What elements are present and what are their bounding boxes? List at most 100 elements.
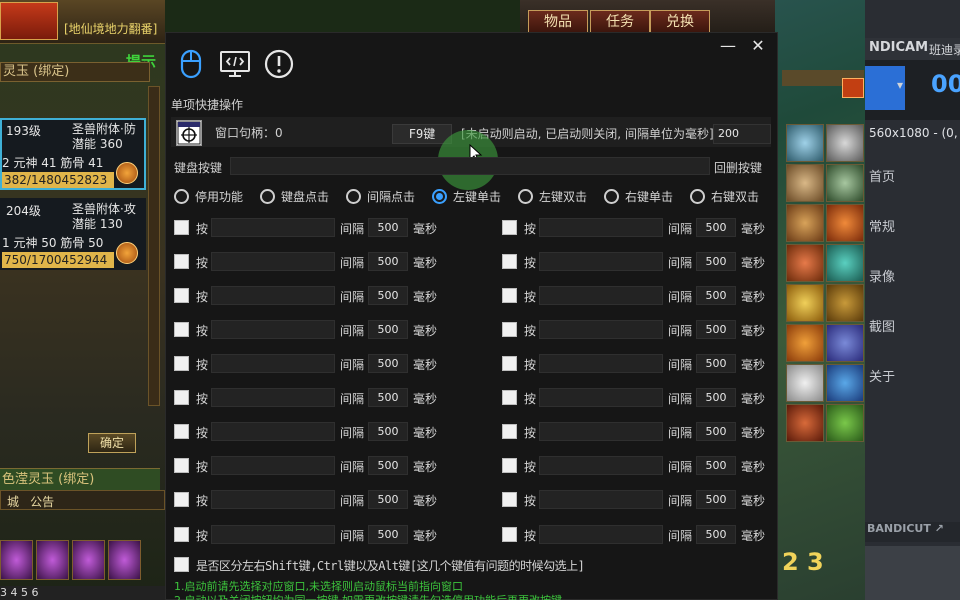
key-enable-checkbox[interactable] bbox=[174, 288, 189, 303]
key-enable-checkbox[interactable] bbox=[502, 356, 517, 371]
mode-key-click[interactable]: 键盘点击 bbox=[260, 188, 329, 205]
key-enable-checkbox[interactable] bbox=[502, 220, 517, 235]
interval-input[interactable]: 500 bbox=[368, 320, 408, 339]
nav-general[interactable]: 常规 bbox=[869, 218, 959, 268]
radio-dot[interactable] bbox=[518, 189, 533, 204]
pet-icon[interactable] bbox=[826, 324, 864, 362]
gem-icon[interactable] bbox=[826, 124, 864, 162]
pet-icon[interactable] bbox=[826, 244, 864, 282]
mouse-icon[interactable] bbox=[174, 47, 208, 81]
chevron-down-icon[interactable]: ▾ bbox=[897, 78, 903, 92]
items-button[interactable]: 物品 bbox=[528, 10, 588, 34]
pet-icon[interactable] bbox=[826, 204, 864, 242]
pet-icon[interactable] bbox=[826, 284, 864, 322]
skill-icon[interactable] bbox=[108, 540, 141, 580]
tasks-button[interactable]: 任务 bbox=[590, 10, 650, 34]
key-enable-checkbox[interactable] bbox=[174, 458, 189, 473]
interval-input[interactable]: 500 bbox=[368, 490, 408, 509]
nav-about[interactable]: 关于 bbox=[869, 368, 959, 418]
hotkey-interval-input[interactable]: 200 bbox=[713, 124, 771, 144]
alert-circle-icon[interactable] bbox=[262, 47, 296, 81]
key-input[interactable] bbox=[539, 388, 663, 407]
bandicut-logo[interactable]: BANDICUT ↗ bbox=[865, 522, 960, 542]
tent-icon[interactable] bbox=[786, 164, 824, 202]
confirm-button[interactable]: 确定 bbox=[88, 433, 136, 453]
key-input[interactable] bbox=[539, 218, 663, 237]
key-enable-checkbox[interactable] bbox=[174, 527, 189, 542]
interval-input[interactable]: 500 bbox=[696, 354, 736, 373]
interval-input[interactable]: 500 bbox=[368, 388, 408, 407]
game-scrollbar[interactable] bbox=[148, 86, 160, 406]
key-input[interactable] bbox=[211, 252, 335, 271]
key-input[interactable] bbox=[211, 218, 335, 237]
interval-input[interactable]: 500 bbox=[368, 218, 408, 237]
radio-dot[interactable] bbox=[174, 189, 189, 204]
key-input[interactable] bbox=[539, 422, 663, 441]
interval-input[interactable]: 500 bbox=[368, 286, 408, 305]
key-input[interactable] bbox=[539, 456, 663, 475]
pet-panel-2[interactable]: 204级 圣兽附体·攻 潜能 130 1 元神 50 筋骨 50 750/170… bbox=[0, 198, 146, 270]
keyboard-key-input[interactable] bbox=[230, 157, 710, 175]
radio-dot[interactable] bbox=[346, 189, 361, 204]
radio-dot[interactable] bbox=[690, 189, 705, 204]
key-input[interactable] bbox=[211, 525, 335, 544]
key-input[interactable] bbox=[539, 286, 663, 305]
key-input[interactable] bbox=[539, 525, 663, 544]
arrow-right-icon[interactable] bbox=[842, 78, 864, 98]
mode-right-click[interactable]: 右键单击 bbox=[604, 188, 673, 205]
key-enable-checkbox[interactable] bbox=[502, 288, 517, 303]
mode-left-double[interactable]: 左键双击 bbox=[518, 188, 587, 205]
distinguish-modifiers-checkbox[interactable] bbox=[174, 557, 189, 572]
mode-left-click[interactable]: 左键单击 bbox=[432, 188, 501, 205]
key-enable-checkbox[interactable] bbox=[502, 322, 517, 337]
tab-notice[interactable]: 公告 bbox=[30, 495, 54, 509]
key-enable-checkbox[interactable] bbox=[502, 424, 517, 439]
key-enable-checkbox[interactable] bbox=[502, 254, 517, 269]
exchange-button[interactable]: 兑换 bbox=[650, 10, 710, 34]
skill-icon[interactable] bbox=[36, 540, 69, 580]
interval-input[interactable]: 500 bbox=[696, 490, 736, 509]
interval-input[interactable]: 500 bbox=[368, 422, 408, 441]
interval-input[interactable]: 500 bbox=[696, 320, 736, 339]
pet-panel-1[interactable]: 193级 圣兽附体·防 潜能 360 2 元神 41 筋骨 41 382/148… bbox=[0, 118, 146, 190]
key-input[interactable] bbox=[211, 320, 335, 339]
key-input[interactable] bbox=[211, 456, 335, 475]
interval-input[interactable]: 500 bbox=[696, 218, 736, 237]
radio-dot[interactable] bbox=[604, 189, 619, 204]
nav-screenshot[interactable]: 截图 bbox=[869, 318, 959, 368]
interval-input[interactable]: 500 bbox=[368, 354, 408, 373]
interval-input[interactable]: 500 bbox=[696, 252, 736, 271]
interval-input[interactable]: 500 bbox=[696, 525, 736, 544]
radio-dot-selected[interactable] bbox=[432, 189, 447, 204]
tab-city[interactable]: 城 bbox=[7, 495, 19, 509]
window-picker-icon[interactable] bbox=[176, 120, 202, 146]
key-enable-checkbox[interactable] bbox=[502, 527, 517, 542]
interval-input[interactable]: 500 bbox=[696, 422, 736, 441]
mode-right-double[interactable]: 右键双击 bbox=[690, 188, 759, 205]
radio-dot[interactable] bbox=[260, 189, 275, 204]
key-input[interactable] bbox=[211, 422, 335, 441]
key-input[interactable] bbox=[539, 320, 663, 339]
key-enable-checkbox[interactable] bbox=[174, 356, 189, 371]
nav-video[interactable]: 录像 bbox=[869, 268, 959, 318]
gem-icon[interactable] bbox=[786, 124, 824, 162]
skill-icon[interactable] bbox=[72, 540, 105, 580]
pet-icon[interactable] bbox=[826, 364, 864, 402]
mode-interval-click[interactable]: 间隔点击 bbox=[346, 188, 415, 205]
key-enable-checkbox[interactable] bbox=[174, 424, 189, 439]
pet-icon[interactable] bbox=[826, 404, 864, 442]
interval-input[interactable]: 500 bbox=[368, 525, 408, 544]
delete-key-button[interactable]: 回删按键 bbox=[714, 159, 762, 176]
key-enable-checkbox[interactable] bbox=[174, 322, 189, 337]
nav-home[interactable]: 首页 bbox=[869, 168, 959, 218]
key-input[interactable] bbox=[539, 354, 663, 373]
key-input[interactable] bbox=[211, 286, 335, 305]
interval-input[interactable]: 500 bbox=[696, 388, 736, 407]
skill-icon[interactable] bbox=[0, 540, 33, 580]
key-input[interactable] bbox=[211, 490, 335, 509]
interval-input[interactable]: 500 bbox=[696, 286, 736, 305]
interval-input[interactable]: 500 bbox=[696, 456, 736, 475]
minimize-icon[interactable]: — bbox=[719, 37, 737, 55]
interval-input[interactable]: 500 bbox=[368, 252, 408, 271]
key-input[interactable] bbox=[211, 388, 335, 407]
